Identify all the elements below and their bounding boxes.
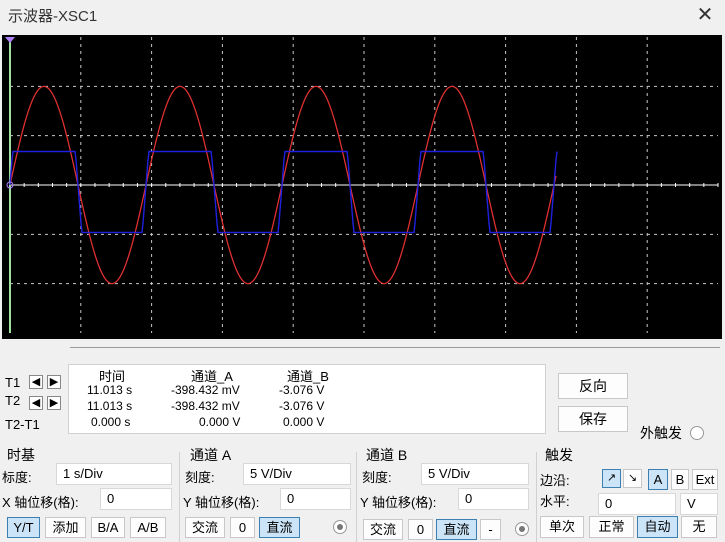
title-bar (0, 0, 725, 30)
separator (179, 452, 180, 542)
t1-label: T1 (5, 375, 21, 390)
t2-label: T2 (5, 393, 21, 408)
trigger-auto-button[interactable]: 自动 (637, 516, 678, 538)
t2-left-arrow-icon[interactable]: ◀ (29, 396, 43, 410)
trigger-normal-button[interactable]: 正常 (589, 516, 634, 538)
channel-a-title: 通道 A (190, 447, 232, 463)
channel-a-zero-button[interactable]: 0 (230, 517, 255, 538)
t1-time: 11.013 s (87, 383, 133, 397)
channel-b-trace (9, 150, 558, 234)
trigger-none-button[interactable]: 无 (681, 516, 717, 538)
t2-channel-b: -3.076 V (279, 399, 325, 413)
rising-edge-icon[interactable]: ↗ (602, 469, 621, 488)
t2-channel-a: -398.432 mV (171, 399, 240, 413)
t2-time: 11.013 s (87, 399, 133, 413)
t2-t1-label: T2-T1 (5, 417, 40, 432)
timebase-scale-label: 标度: (2, 470, 32, 485)
external-trigger-radio[interactable] (690, 426, 704, 440)
channel-a-ypos-field[interactable]: 0 (280, 488, 351, 510)
timebase-scale-field[interactable]: 1 s/Div (56, 463, 172, 485)
separator (356, 452, 357, 542)
trigger-source-ext-button[interactable]: Ext (692, 469, 718, 490)
channel-b-scale-field[interactable]: 5 V/Div (421, 463, 529, 485)
channel-b-ypos-label: Y 轴位移(格): (360, 495, 437, 510)
channel-b-ground-radio[interactable] (515, 522, 529, 536)
channel-a-ypos-label: Y 轴位移(格): (183, 495, 260, 510)
t1-channel-b: -3.076 V (279, 383, 325, 397)
trigger-level-label: 水平: (540, 494, 570, 509)
channel-a-scale-field[interactable]: 5 V/Div (243, 463, 351, 485)
timebase-xpos-field[interactable]: 0 (100, 488, 172, 510)
channel-b-zero-button[interactable]: 0 (408, 519, 433, 540)
trigger-source-b-button[interactable]: B (671, 469, 689, 490)
t1-right-arrow-icon[interactable]: ▶ (47, 375, 61, 389)
separator (536, 452, 537, 542)
mode-ba-button[interactable]: B/A (91, 517, 125, 538)
reverse-button[interactable]: 反向 (558, 373, 628, 399)
external-trigger-label: 外触发 (640, 425, 682, 441)
diff-channel-a: 0.000 V (199, 415, 241, 429)
mode-ab-button[interactable]: A/B (130, 517, 166, 538)
trigger-title: 触发 (545, 447, 573, 463)
cursor-readout-table: 时间 通道_A 通道_B 11.013 s -398.432 mV -3.076… (68, 364, 546, 434)
trigger-level-unit[interactable]: V (680, 493, 718, 515)
waveform-display (5, 37, 719, 333)
diff-time: 0.000 s (91, 415, 131, 429)
divider (70, 347, 720, 348)
channel-b-ac-button[interactable]: 交流 (363, 519, 403, 540)
timebase-xpos-label: X 轴位移(格): (2, 495, 79, 510)
window-title: 示波器-XSC1 (8, 8, 98, 25)
falling-edge-icon[interactable]: ↘ (623, 469, 642, 488)
cursor-marker-icon (5, 37, 15, 43)
t2-right-arrow-icon[interactable]: ▶ (47, 396, 61, 410)
diff-channel-b: 0.000 V (283, 415, 325, 429)
oscilloscope-screen (2, 35, 722, 339)
channel-a-scale-label: 刻度: (185, 470, 215, 485)
save-button[interactable]: 保存 (558, 406, 628, 432)
t1-left-arrow-icon[interactable]: ◀ (29, 375, 43, 389)
channel-b-dc-button[interactable]: 直流 (436, 519, 477, 540)
trigger-level-field[interactable]: 0 (598, 493, 676, 515)
close-icon[interactable]: ✕ (694, 2, 716, 26)
channel-a-dc-button[interactable]: 直流 (259, 517, 300, 538)
trigger-source-a-button[interactable]: A (648, 469, 668, 490)
mode-yt-button[interactable]: Y/T (7, 517, 40, 538)
channel-b-invert-button[interactable]: - (480, 519, 501, 540)
channel-a-ac-button[interactable]: 交流 (185, 517, 225, 538)
channel-a-ground-radio[interactable] (333, 520, 347, 534)
trigger-single-button[interactable]: 单次 (540, 516, 584, 538)
channel-b-title: 通道 B (366, 447, 408, 463)
channel-b-scale-label: 刻度: (362, 470, 392, 485)
channel-b-ypos-field[interactable]: 0 (458, 488, 529, 510)
timebase-title: 时基 (7, 447, 35, 463)
trigger-edge-label: 边沿: (540, 473, 570, 488)
t1-channel-a: -398.432 mV (171, 383, 240, 397)
mode-add-button[interactable]: 添加 (45, 517, 86, 538)
